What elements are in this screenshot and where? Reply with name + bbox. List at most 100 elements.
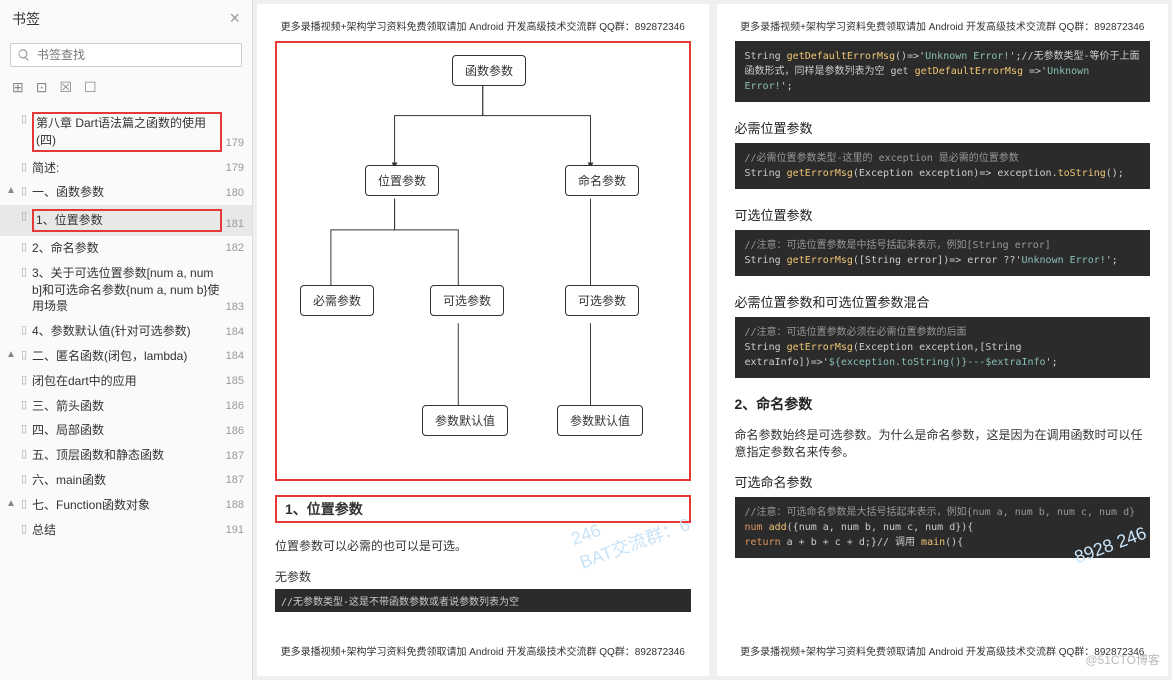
code-block-required: //必需位置参数类型-这里的 exception 是必需的位置参数 String… [735,143,1151,189]
bookmark-label: 一、函数参数 [32,184,222,201]
bookmark-label: 六、main函数 [32,472,222,489]
page-left: 更多录播视频+架构学习资料免费领取请加 Android 开发高级技术交流群 QQ… [257,4,709,676]
bookmark-row[interactable]: ▯三、箭头函数 186 [0,394,252,419]
bookmark-icon: ▯ [18,398,30,413]
twisty-icon[interactable]: ▲ [4,497,18,511]
bookmark-row[interactable]: ▯闭包在dart中的应用 185 [0,369,252,394]
bookmark-label: 4、参数默认值(针对可选参数) [32,323,222,340]
document-content: 更多录播视频+架构学习资料免费领取请加 Android 开发高级技术交流群 QQ… [253,0,1172,680]
bookmark-icon: ▯ [18,348,30,363]
heading-optional: 可选位置参数 [735,205,1151,224]
node-optional: 可选参数 [430,285,504,316]
bookmark-icon: ▯ [18,373,30,388]
code-block-default: String getDefaultErrorMsg()=>'Unknown Er… [735,41,1151,102]
bookmark-row[interactable]: ▯3、关于可选位置参数[num a, num b]和可选命名参数{num a, … [0,261,252,319]
bookmark-icon: ▯ [18,240,30,255]
bookmark-label: 3、关于可选位置参数[num a, num b]和可选命名参数{num a, n… [32,265,222,315]
bookmark-label: 五、顶层函数和静态函数 [32,447,222,464]
tool-bookmark2-icon[interactable]: ☐ [84,79,97,96]
paragraph-named: 命名参数始终是可选参数。为什么是命名参数，这是因为在调用函数时可以任意指定参数名… [735,426,1151,460]
watermark-blog: @51CTO博客 [1085,651,1160,668]
bookmark-label: 总结 [32,522,222,539]
page-number: 186 [226,424,244,439]
search-input[interactable] [37,48,235,62]
page-header-note: 更多录播视频+架构学习资料免费领取请加 Android 开发高级技术交流群 QQ… [275,18,691,33]
twisty-icon[interactable]: ▲ [4,184,18,198]
code-block-mixed: //注意：可选位置参数必须在必需位置参数的后面 String getErrorM… [735,317,1151,378]
tool-add-icon[interactable]: ⊞ [12,79,24,96]
bookmark-label: 第八章 Dart语法篇之函数的使用(四) [32,112,222,152]
section-heading-1: 1、位置参数 [275,495,691,523]
page-number: 187 [226,473,244,488]
node-required: 必需参数 [300,285,374,316]
bookmark-row[interactable]: ▯简述:179 [0,156,252,181]
bookmark-icon: ▯ [18,422,30,437]
node-default1: 参数默认值 [422,405,508,436]
node-named: 命名参数 [565,165,639,196]
bookmark-label: 三、箭头函数 [32,398,222,415]
page-number: 180 [226,186,244,201]
bookmark-row[interactable]: ▯四、局部函数 186 [0,418,252,443]
page-number: 183 [226,300,244,315]
bookmark-icon: ▯ [18,522,30,537]
sidebar-tools: ⊞ ⊡ ☒ ☐ [0,73,252,104]
bookmark-row[interactable]: ▯2、命名参数 182 [0,236,252,261]
bookmark-row[interactable]: ▲▯二、匿名函数(闭包，lambda)184 [0,344,252,369]
bookmark-search[interactable] [10,43,242,67]
page-number: 184 [226,349,244,364]
page-number: 181 [226,217,244,232]
bookmark-row[interactable]: ▯六、main函数 187 [0,468,252,493]
node-optional2: 可选参数 [565,285,639,316]
tool-bookmark-icon[interactable]: ☒ [59,79,72,96]
bookmark-row[interactable]: ▯1、位置参数181 [0,205,252,236]
bookmark-label: 七、Function函数对象 [32,497,222,514]
flowchart: 函数参数 位置参数 命名参数 必需参数 可选参数 可选参数 参数默认值 参数默认… [275,41,691,481]
bookmarks-sidebar: 书签 × ⊞ ⊡ ☒ ☐ ▯第八章 Dart语法篇之函数的使用(四)179▯简述… [0,0,253,680]
bookmark-row[interactable]: ▯4、参数默认值(针对可选参数) 184 [0,319,252,344]
heading-named: 2、命名参数 [735,394,1151,414]
node-positional: 位置参数 [365,165,439,196]
bookmark-label: 四、局部函数 [32,422,222,439]
heading-required: 必需位置参数 [735,118,1151,137]
twisty-icon[interactable]: ▲ [4,348,18,362]
bookmark-row[interactable]: ▯第八章 Dart语法篇之函数的使用(四) 179 [0,108,252,156]
page-number: 187 [226,449,244,464]
bookmark-row[interactable]: ▲▯七、Function函数对象 188 [0,493,252,518]
page-header-note: 更多录播视频+架构学习资料免费领取请加 Android 开发高级技术交流群 QQ… [735,18,1151,33]
bookmark-row[interactable]: ▯五、顶层函数和静态函数 187 [0,443,252,468]
node-default2: 参数默认值 [557,405,643,436]
page-footer-note: 更多录播视频+架构学习资料免费领取请加 Android 开发高级技术交流群 QQ… [275,643,691,658]
page-number: 188 [226,498,244,513]
code-block-optional: //注意：可选位置参数是中括号括起来表示，例如[String error] St… [735,230,1151,276]
page-number: 179 [226,136,244,151]
bookmark-icon: ▯ [18,323,30,338]
page-number: 184 [226,325,244,340]
bookmark-label: 简述: [32,160,222,177]
bookmark-label: 闭包在dart中的应用 [32,373,222,390]
bookmark-icon: ▯ [18,447,30,462]
code-block-optnamed: //注意：可选命名参数是大括号括起来表示，例如{num a, num b, nu… [735,497,1151,558]
bookmark-icon: ▯ [18,472,30,487]
page-number: 186 [226,399,244,414]
heading-optnamed: 可选命名参数 [735,472,1151,491]
page-number: 182 [226,241,244,256]
node-root: 函数参数 [452,55,526,86]
bookmark-row[interactable]: ▯总结 191 [0,518,252,543]
bookmark-icon: ▯ [18,497,30,512]
sidebar-title: 书签 [12,9,40,29]
tool-add2-icon[interactable]: ⊡ [36,79,48,96]
page-right: 更多录播视频+架构学习资料免费领取请加 Android 开发高级技术交流群 QQ… [717,4,1169,676]
paragraph: 位置参数可以必需的也可以是可选。 [275,537,691,554]
bookmark-icon: ▯ [18,209,30,224]
code-comment-bar: //无参数类型-这是不带函数参数或者说参数列表为空 [275,589,691,612]
heading-mixed: 必需位置参数和可选位置参数混合 [735,292,1151,311]
bookmark-icon: ▯ [18,112,30,127]
page-number: 185 [226,374,244,389]
subheading-noparam: 无参数 [275,568,691,585]
bookmark-icon: ▯ [18,184,30,199]
search-icon [17,48,31,62]
bookmark-row[interactable]: ▲▯一、函数参数 180 [0,180,252,205]
page-number: 191 [226,523,244,538]
bookmark-label: 2、命名参数 [32,240,222,257]
close-icon[interactable]: × [229,8,240,29]
